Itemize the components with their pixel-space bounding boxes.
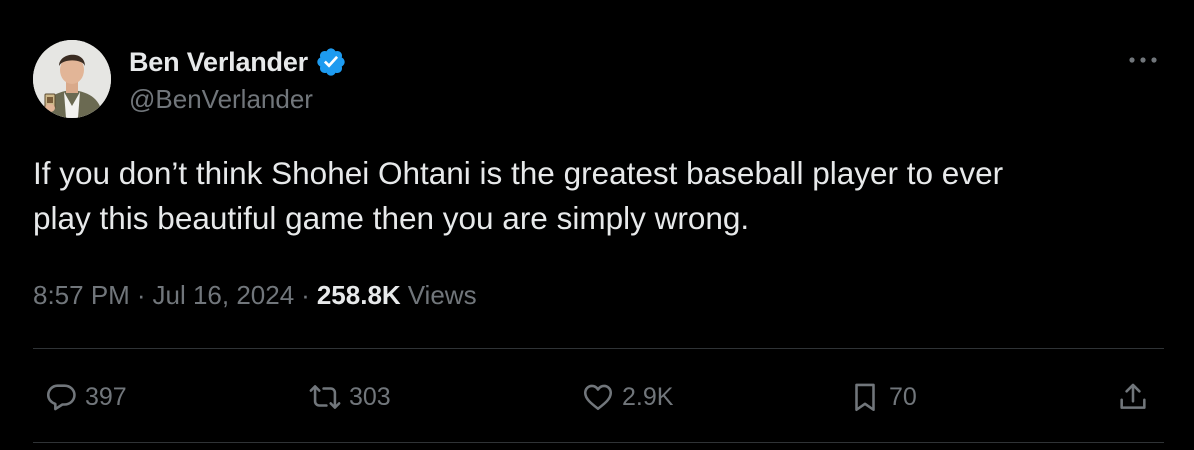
meta-separator: ·	[136, 280, 146, 310]
reply-count: 397	[85, 382, 127, 411]
author-display-name[interactable]: Ben Verlander	[129, 47, 308, 78]
author-handle[interactable]: @BenVerlander	[129, 84, 313, 115]
avatar[interactable]	[33, 40, 111, 118]
views-link[interactable]: 258.8K Views	[317, 280, 477, 311]
meta-separator: ·	[301, 280, 310, 310]
avatar-photo	[33, 40, 111, 118]
tweet-date: Jul 16, 2024	[152, 280, 295, 310]
tweet-time: 8:57 PM	[33, 280, 130, 310]
like-count: 2.9K	[622, 382, 674, 411]
heart-icon	[578, 377, 618, 417]
bookmark-count: 70	[889, 382, 917, 411]
tweet-timestamp[interactable]: 8:57 PM · Jul 16, 2024	[33, 280, 294, 311]
reply-button[interactable]: 397	[41, 372, 127, 422]
tweet-text: If you don’t think Shohei Ohtani is the …	[33, 155, 1004, 236]
verified-badge-icon[interactable]	[315, 46, 347, 78]
bookmark-button[interactable]: 70	[845, 372, 917, 422]
tweet-actions-bar: 397 303 2.9K 70	[33, 372, 1164, 422]
repost-arrows-icon	[305, 377, 345, 417]
views-count: 258.8K	[316, 280, 401, 310]
share-upload-icon	[1113, 377, 1153, 417]
tweet-meta: 8:57 PM · Jul 16, 2024 · 258.8K Views	[33, 280, 477, 311]
bookmark-icon	[845, 377, 885, 417]
share-button[interactable]	[1113, 372, 1153, 422]
speech-bubble-icon	[41, 377, 81, 417]
more-options-button[interactable]	[1126, 48, 1160, 72]
repost-count: 303	[349, 382, 391, 411]
divider-top	[33, 348, 1164, 349]
views-label: Views	[407, 280, 477, 310]
divider-bottom	[33, 442, 1164, 443]
more-horizontal-icon	[1129, 57, 1157, 63]
like-button[interactable]: 2.9K	[578, 372, 673, 422]
author-name-row: Ben Verlander	[129, 44, 347, 80]
repost-button[interactable]: 303	[305, 372, 391, 422]
